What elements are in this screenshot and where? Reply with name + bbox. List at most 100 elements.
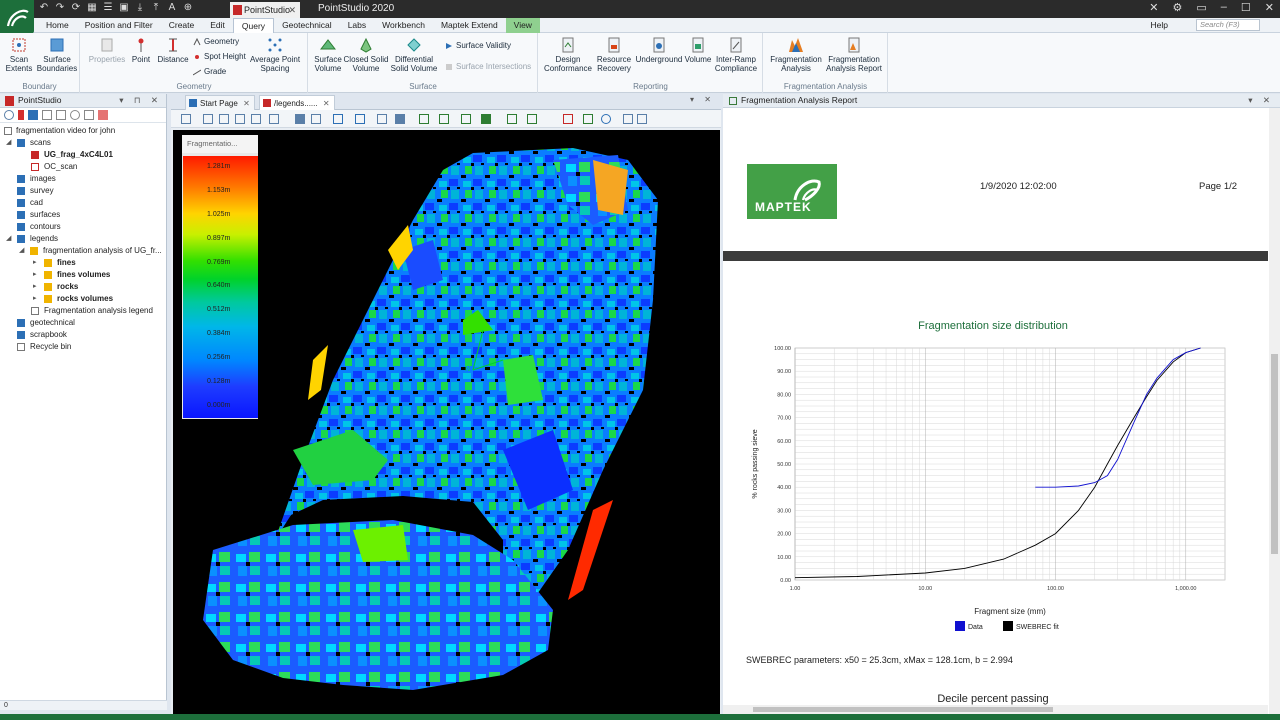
panel-pin-controls[interactable]: ▾ ✕ <box>1248 94 1274 107</box>
surface-boundaries-button[interactable]: Surface Boundaries <box>36 37 78 73</box>
view-tool-icon[interactable] <box>251 114 261 124</box>
tree-item-scan2[interactable]: OC_scan <box>0 161 166 173</box>
list-icon[interactable]: ☰ <box>102 2 114 14</box>
view-tool-icon[interactable] <box>295 114 305 124</box>
tree-item-geotechnical[interactable]: geotechnical <box>0 317 166 329</box>
volume-button[interactable]: Volume <box>683 37 713 64</box>
view-tool-icon[interactable] <box>219 114 229 124</box>
tree-item-fines-volumes[interactable]: ▸ fines volumes <box>0 269 166 281</box>
view-tool-icon[interactable] <box>355 114 365 124</box>
text-icon[interactable]: A <box>166 2 178 14</box>
tab-query[interactable]: Query <box>232 18 275 34</box>
download-icon[interactable]: ⤓ <box>134 2 146 14</box>
average-point-spacing-button[interactable]: Average Point Spacing <box>247 37 303 73</box>
geometry-button[interactable]: Geometry <box>193 37 239 47</box>
close-tab-icon[interactable]: ✕ <box>288 2 296 18</box>
tree-item-recycle-bin[interactable]: Recycle bin <box>0 341 166 353</box>
refresh-tree-icon[interactable] <box>4 110 14 120</box>
tree-item-fragmentation-legend[interactable]: Fragmentation analysis legend <box>0 305 166 317</box>
tree-item-scrapbook[interactable]: scrapbook <box>0 329 166 341</box>
maximize-icon[interactable]: ☐ <box>1241 1 1251 14</box>
zoom-icon[interactable] <box>70 110 80 120</box>
collapse-icon[interactable]: ▭ <box>1196 1 1206 14</box>
tools-icon[interactable]: ✕ <box>1149 1 1158 14</box>
close-tab-icon[interactable]: ✕ <box>323 96 330 111</box>
table-icon[interactable]: ▦ <box>86 2 98 14</box>
scan-extents-button[interactable]: Scan Extents <box>4 37 34 73</box>
expand-icon[interactable]: ◢ <box>6 137 11 149</box>
redo-icon[interactable]: ↷ <box>54 2 66 14</box>
tab-position-and-filter[interactable]: Position and Filter <box>77 18 161 34</box>
tree-item-scan1[interactable]: UG_frag_4xC4L01 <box>0 149 166 161</box>
tab-maptek-extend[interactable]: Maptek Extend <box>433 18 506 34</box>
underground-button[interactable]: Underground <box>633 37 685 64</box>
search-input[interactable]: Search (F3) <box>1196 19 1260 31</box>
view-tool-icon[interactable] <box>395 114 405 124</box>
view-tool-icon[interactable] <box>235 114 245 124</box>
help-link[interactable]: Help <box>1151 20 1168 30</box>
close-tab-icon[interactable]: ✕ <box>243 96 250 111</box>
view-tool-icon[interactable] <box>461 114 471 124</box>
tree-item-rocks-volumes[interactable]: ▸ rocks volumes <box>0 293 166 305</box>
view-tool-icon[interactable] <box>419 114 429 124</box>
properties-button[interactable]: Properties <box>87 37 127 64</box>
fragmentation-legend[interactable]: Fragmentatio... 1.281m 1.153m 1.025m 0.8… <box>182 135 258 419</box>
tab-edit[interactable]: Edit <box>202 18 233 34</box>
tree-item-legends[interactable]: ◢ legends <box>0 233 166 245</box>
tab-geotechnical[interactable]: Geotechnical <box>274 18 340 34</box>
surface-validity-button[interactable]: Surface Validity <box>445 41 511 51</box>
tab-view[interactable]: View <box>505 18 540 34</box>
view-tool-icon[interactable] <box>637 114 647 124</box>
tree-item-cad[interactable]: cad <box>0 197 166 209</box>
tab-create[interactable]: Create <box>161 18 203 34</box>
upload-icon[interactable]: ⤒ <box>150 2 162 14</box>
inter-ramp-compliance-button[interactable]: Inter-Ramp Compliance <box>713 37 759 73</box>
3d-viewport[interactable]: N Fragmentatio... 1.281m 1.153m 1.025m 0… <box>173 130 720 714</box>
tab-labs[interactable]: Labs <box>340 18 374 34</box>
view-tool-icon[interactable] <box>507 114 517 124</box>
report-horizontal-scrollbar[interactable] <box>723 705 1268 714</box>
close-window-icon[interactable]: ✕ <box>1265 1 1274 14</box>
spot-height-button[interactable]: Spot Height <box>193 52 246 62</box>
filter-icon[interactable] <box>42 110 52 120</box>
view-tool-icon[interactable] <box>527 114 537 124</box>
scrollbar-thumb[interactable] <box>753 707 1053 712</box>
expand-icon[interactable]: ◢ <box>19 245 24 257</box>
view-tool-icon[interactable] <box>563 114 573 124</box>
point-button[interactable]: Point <box>129 37 153 64</box>
tree-item-images[interactable]: images <box>0 173 166 185</box>
grade-button[interactable]: Grade <box>193 67 226 77</box>
select-icon[interactable] <box>18 110 24 120</box>
closed-solid-volume-button[interactable]: Closed Solid Volume <box>343 37 389 73</box>
tab-home[interactable]: Home <box>38 18 77 34</box>
collapse-icon[interactable]: ▸ <box>33 281 37 293</box>
view-tool-icon[interactable] <box>601 114 611 124</box>
panel-pin-controls[interactable]: ▾ ✕ <box>690 95 715 104</box>
design-conformance-button[interactable]: Design Conformance <box>543 37 593 73</box>
tab-legends-view[interactable]: /legends...... ✕ <box>259 95 335 110</box>
report-vertical-scrollbar[interactable] <box>1269 108 1280 714</box>
undo-icon[interactable]: ↶ <box>38 2 50 14</box>
view-tool-icon[interactable] <box>623 114 633 124</box>
tree-item-scans[interactable]: ◢ scans <box>0 137 166 149</box>
app-logo-icon[interactable] <box>0 0 34 34</box>
distance-button[interactable]: Distance <box>157 37 189 64</box>
view-tool-icon[interactable] <box>311 114 321 124</box>
save-icon[interactable]: ▣ <box>118 2 130 14</box>
tree-item-rocks[interactable]: ▸ rocks <box>0 281 166 293</box>
panel-pin-controls[interactable]: ▾ ⊓ ✕ <box>119 94 162 107</box>
collapse-icon[interactable]: ▸ <box>33 293 37 305</box>
tree-root[interactable]: fragmentation video for john <box>0 125 166 137</box>
view-tool-icon[interactable] <box>377 114 387 124</box>
differential-solid-volume-button[interactable]: Differential Solid Volume <box>389 37 439 73</box>
view-tool-icon[interactable] <box>481 114 491 124</box>
grid-icon[interactable] <box>98 110 108 120</box>
view-tool-icon[interactable] <box>439 114 449 124</box>
tab-workbench[interactable]: Workbench <box>374 18 433 34</box>
surface-intersections-button[interactable]: Surface Intersections <box>445 62 531 72</box>
tree-item-surfaces[interactable]: surfaces <box>0 209 166 221</box>
pick-icon[interactable] <box>56 110 66 120</box>
view-tool-icon[interactable] <box>181 114 191 124</box>
view-tool-icon[interactable] <box>269 114 279 124</box>
fragmentation-analysis-report-button[interactable]: Fragmentation Analysis Report <box>824 37 884 73</box>
